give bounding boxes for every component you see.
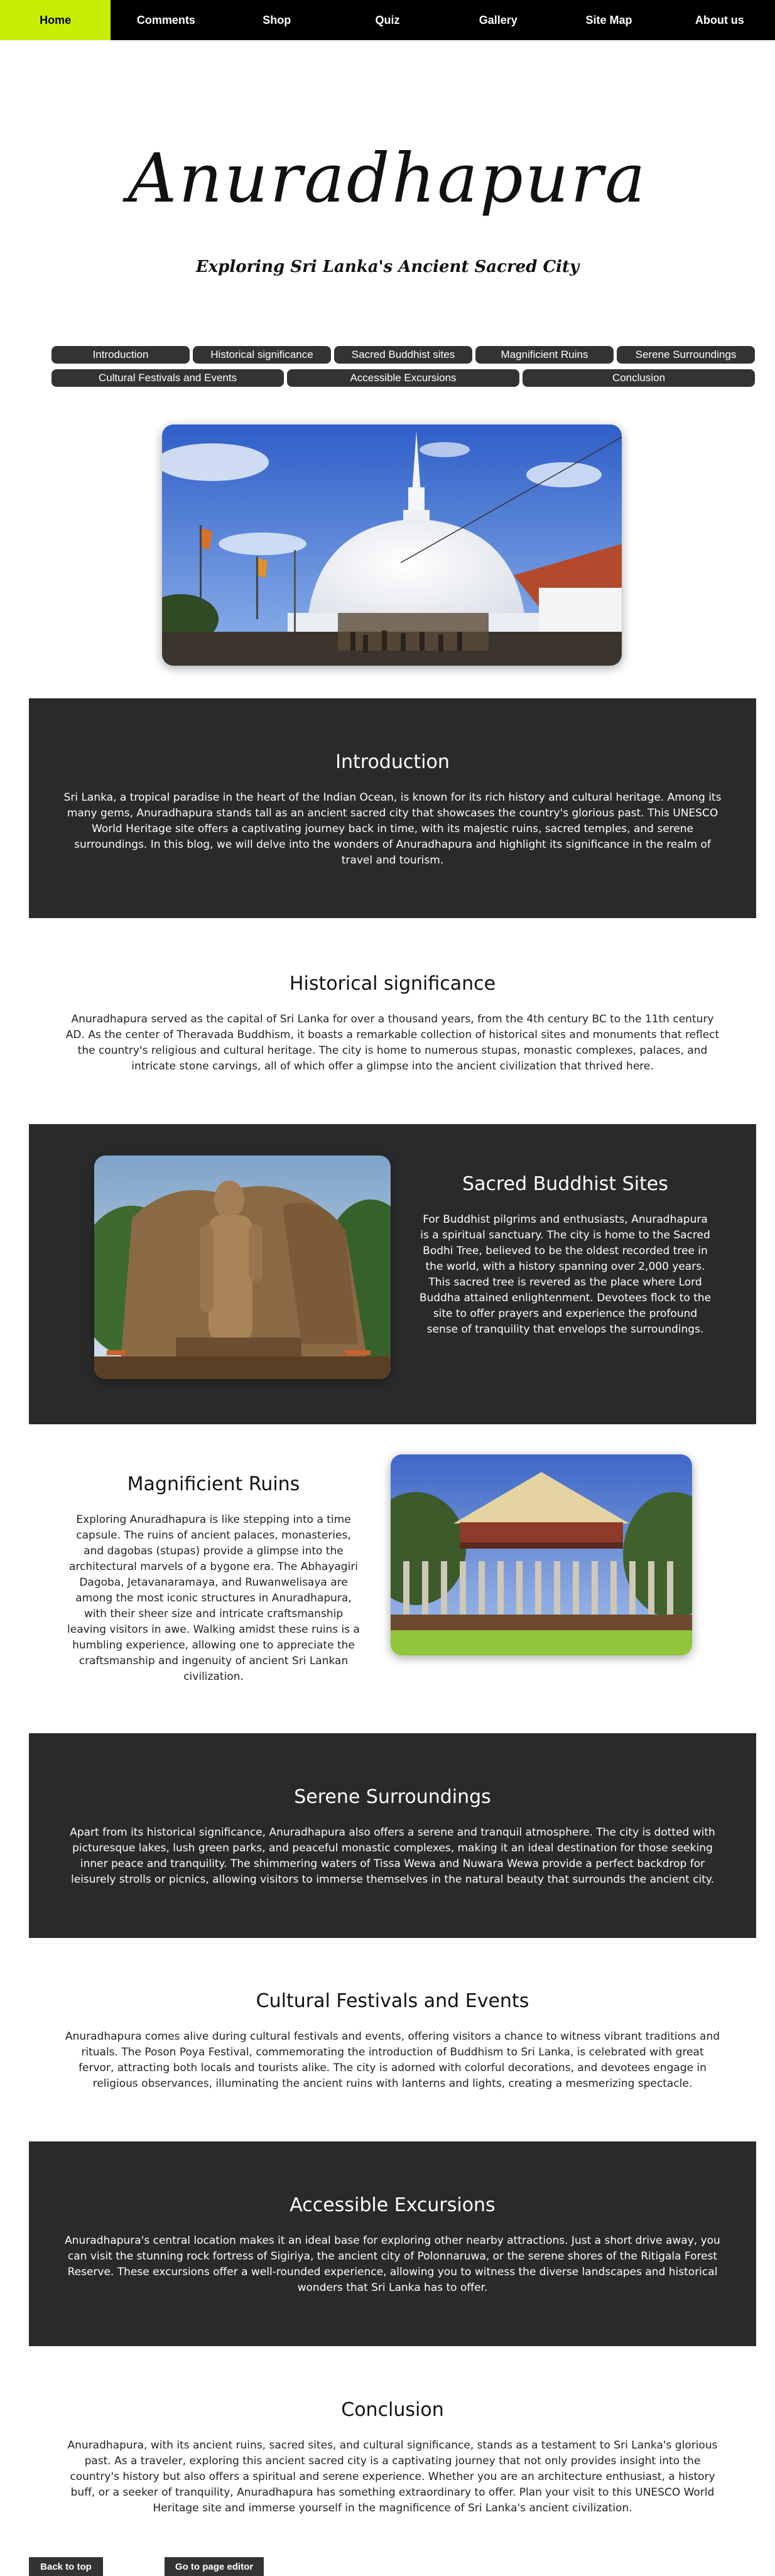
page-subtitle: Exploring Sri Lanka's Ancient Sacred Cit… xyxy=(195,257,580,276)
nav-quiz[interactable]: Quiz xyxy=(332,0,443,40)
historical-title: Historical significance xyxy=(289,973,496,995)
section-link-magnificient-ruins[interactable]: Magnificient Ruins xyxy=(475,346,614,364)
introduction-text: Sri Lanka, a tropical paradise in the he… xyxy=(63,791,722,867)
page-title: Anuradhapura xyxy=(127,139,648,218)
stupa-photo xyxy=(162,425,622,666)
serene-title: Serene Surroundings xyxy=(294,1786,491,1808)
excursions-text: Anuradhapura's central location makes it… xyxy=(65,2234,720,2294)
historical-text: Anuradhapura served as the capital of Sr… xyxy=(65,1013,720,1073)
nav-home[interactable]: Home xyxy=(0,0,111,40)
nav-about-us[interactable]: About us xyxy=(664,0,775,40)
nav-gallery[interactable]: Gallery xyxy=(443,0,553,40)
ruins-text: Exploring Anuradhapura is like stepping … xyxy=(67,1513,360,1683)
excursions-title: Accessible Excursions xyxy=(290,2194,496,2216)
section-link-accessible-excursions[interactable]: Accessible Excursions xyxy=(287,369,519,387)
back-to-top-button[interactable]: Back to top xyxy=(29,2557,103,2576)
nav-comments[interactable]: Comments xyxy=(111,0,221,40)
buddha-statue-photo xyxy=(94,1155,391,1379)
section-link-cultural-festivals[interactable]: Cultural Festivals and Events xyxy=(51,369,284,387)
introduction-title: Introduction xyxy=(335,751,450,773)
section-link-introduction[interactable]: Introduction xyxy=(51,346,190,364)
nav-shop[interactable]: Shop xyxy=(222,0,332,40)
page-editor-button[interactable]: Go to page editor xyxy=(165,2557,264,2576)
sacred-text: For Buddhist pilgrims and enthusiasts, A… xyxy=(419,1213,712,1336)
sacred-title: Sacred Buddhist Sites xyxy=(462,1173,668,1195)
section-link-sacred-buddhist-sites[interactable]: Sacred Buddhist sites xyxy=(334,346,472,364)
conclusion-title: Conclusion xyxy=(341,2399,444,2421)
ruins-title: Magnificient Ruins xyxy=(127,1473,300,1495)
conclusion-text: Anuradhapura, with its ancient ruins, sa… xyxy=(67,2439,718,2514)
serene-text: Apart from its historical significance, … xyxy=(70,1826,715,1886)
section-link-historical-significance[interactable]: Historical significance xyxy=(193,346,331,364)
festivals-title: Cultural Festivals and Events xyxy=(256,1990,529,2012)
nav-site-map[interactable]: Site Map xyxy=(553,0,664,40)
top-navigation: Home Comments Shop Quiz Gallery Site Map… xyxy=(0,0,775,40)
section-link-conclusion[interactable]: Conclusion xyxy=(523,369,755,387)
section-link-serene-surroundings[interactable]: Serene Surroundings xyxy=(617,346,755,364)
ruins-pavilion-photo xyxy=(391,1454,692,1655)
festivals-text: Anuradhapura comes alive during cultural… xyxy=(65,2030,720,2090)
